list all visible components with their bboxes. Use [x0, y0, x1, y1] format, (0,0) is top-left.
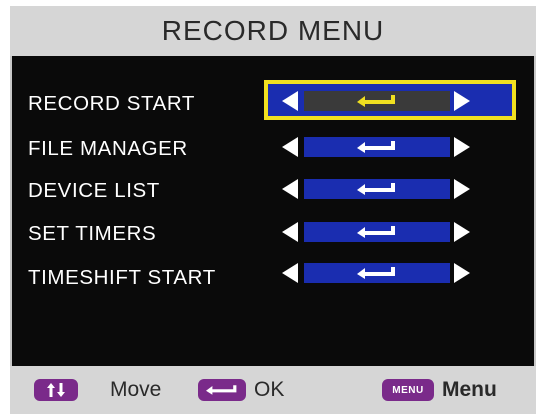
record-start-bar: [304, 91, 450, 111]
device-list-control[interactable]: [270, 172, 484, 206]
timeshift-start-control[interactable]: [270, 256, 484, 290]
left-arrow-icon[interactable]: [282, 179, 298, 199]
enter-icon: [357, 141, 395, 153]
set-timers-bar: [304, 222, 450, 242]
menu-title: RECORD MENU: [10, 6, 536, 56]
record-menu-osd: RECORD MENU RECORD START FILE MANAGER DE…: [0, 0, 543, 417]
timeshift-start-bar: [304, 263, 450, 283]
move-hint-label: Move: [110, 378, 162, 401]
menu-panel: RECORD START FILE MANAGER DEVICE LIST SE…: [10, 56, 536, 366]
menu-key-icon: MENU: [382, 379, 434, 401]
file-manager-bar: [304, 137, 450, 157]
right-arrow-icon[interactable]: [454, 263, 470, 283]
menu-item-label-timeshift-start: TIMESHIFT START: [28, 266, 216, 289]
left-arrow-icon[interactable]: [282, 222, 298, 242]
left-arrow-icon[interactable]: [282, 263, 298, 283]
right-arrow-icon[interactable]: [454, 179, 470, 199]
enter-icon: [357, 95, 395, 107]
record-start-control[interactable]: [264, 80, 516, 120]
up-down-arrows-icon: [34, 379, 78, 401]
left-arrow-icon[interactable]: [282, 137, 298, 157]
enter-icon: [357, 183, 395, 195]
enter-icon: [357, 267, 395, 279]
right-arrow-icon[interactable]: [454, 91, 470, 111]
enter-icon: [206, 385, 237, 395]
left-arrow-icon[interactable]: [282, 91, 298, 111]
menu-hint-label: Menu: [442, 378, 497, 401]
device-list-bar: [304, 179, 450, 199]
menu-item-label-set-timers: SET TIMERS: [28, 222, 157, 245]
file-manager-control[interactable]: [270, 130, 484, 164]
footer-hint-bar: Move OK MENU Menu: [10, 366, 536, 414]
menu-item-label-file-manager: FILE MANAGER: [28, 137, 188, 160]
enter-icon: [357, 226, 395, 238]
ok-enter-icon: [198, 379, 246, 401]
ok-hint-label: OK: [254, 378, 285, 401]
menu-item-label-record-start: RECORD START: [28, 92, 196, 115]
menu-key-text: MENU: [392, 384, 424, 396]
move-arrows-glyph: [47, 383, 65, 397]
menu-item-label-device-list: DEVICE LIST: [28, 179, 160, 202]
set-timers-control[interactable]: [270, 215, 484, 249]
right-arrow-icon[interactable]: [454, 137, 470, 157]
right-arrow-icon[interactable]: [454, 222, 470, 242]
